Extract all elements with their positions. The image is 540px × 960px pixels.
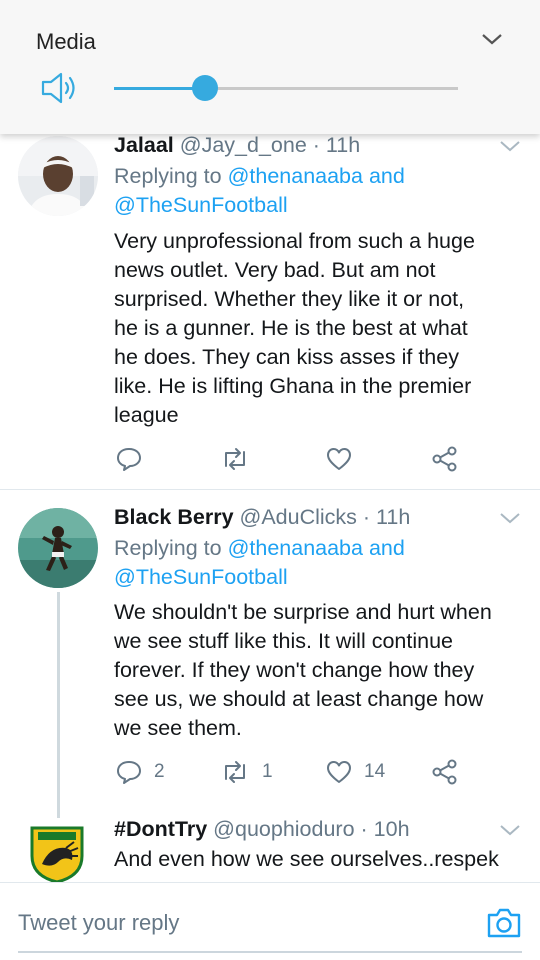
reply-input[interactable]: Tweet your reply	[18, 910, 179, 936]
tweet-text-line: And even how we see ourselves..respek	[114, 847, 499, 871]
tweet-header: #DontTry @quophioduro · 10h	[114, 817, 410, 842]
tweet-text: And even how we see ourselves..respek	[114, 845, 524, 874]
author-name[interactable]: #DontTry	[114, 817, 207, 841]
team-logo-avatar	[28, 826, 86, 882]
camera-icon[interactable]	[486, 907, 522, 939]
reply-input-underline	[18, 951, 522, 953]
tweet-time: · 10h	[360, 817, 410, 841]
chevron-down-icon[interactable]	[480, 30, 504, 48]
speaker-icon[interactable]	[40, 70, 80, 106]
media-panel-title: Media	[36, 29, 96, 54]
author-handle[interactable]: @quophioduro	[213, 817, 354, 841]
chevron-down-icon[interactable]	[498, 822, 522, 838]
reply-composer: Tweet your reply	[0, 882, 540, 960]
avatar[interactable]	[28, 826, 86, 882]
volume-slider-thumb[interactable]	[192, 75, 218, 101]
volume-slider[interactable]	[114, 74, 458, 102]
media-volume-panel: Media	[0, 0, 540, 134]
